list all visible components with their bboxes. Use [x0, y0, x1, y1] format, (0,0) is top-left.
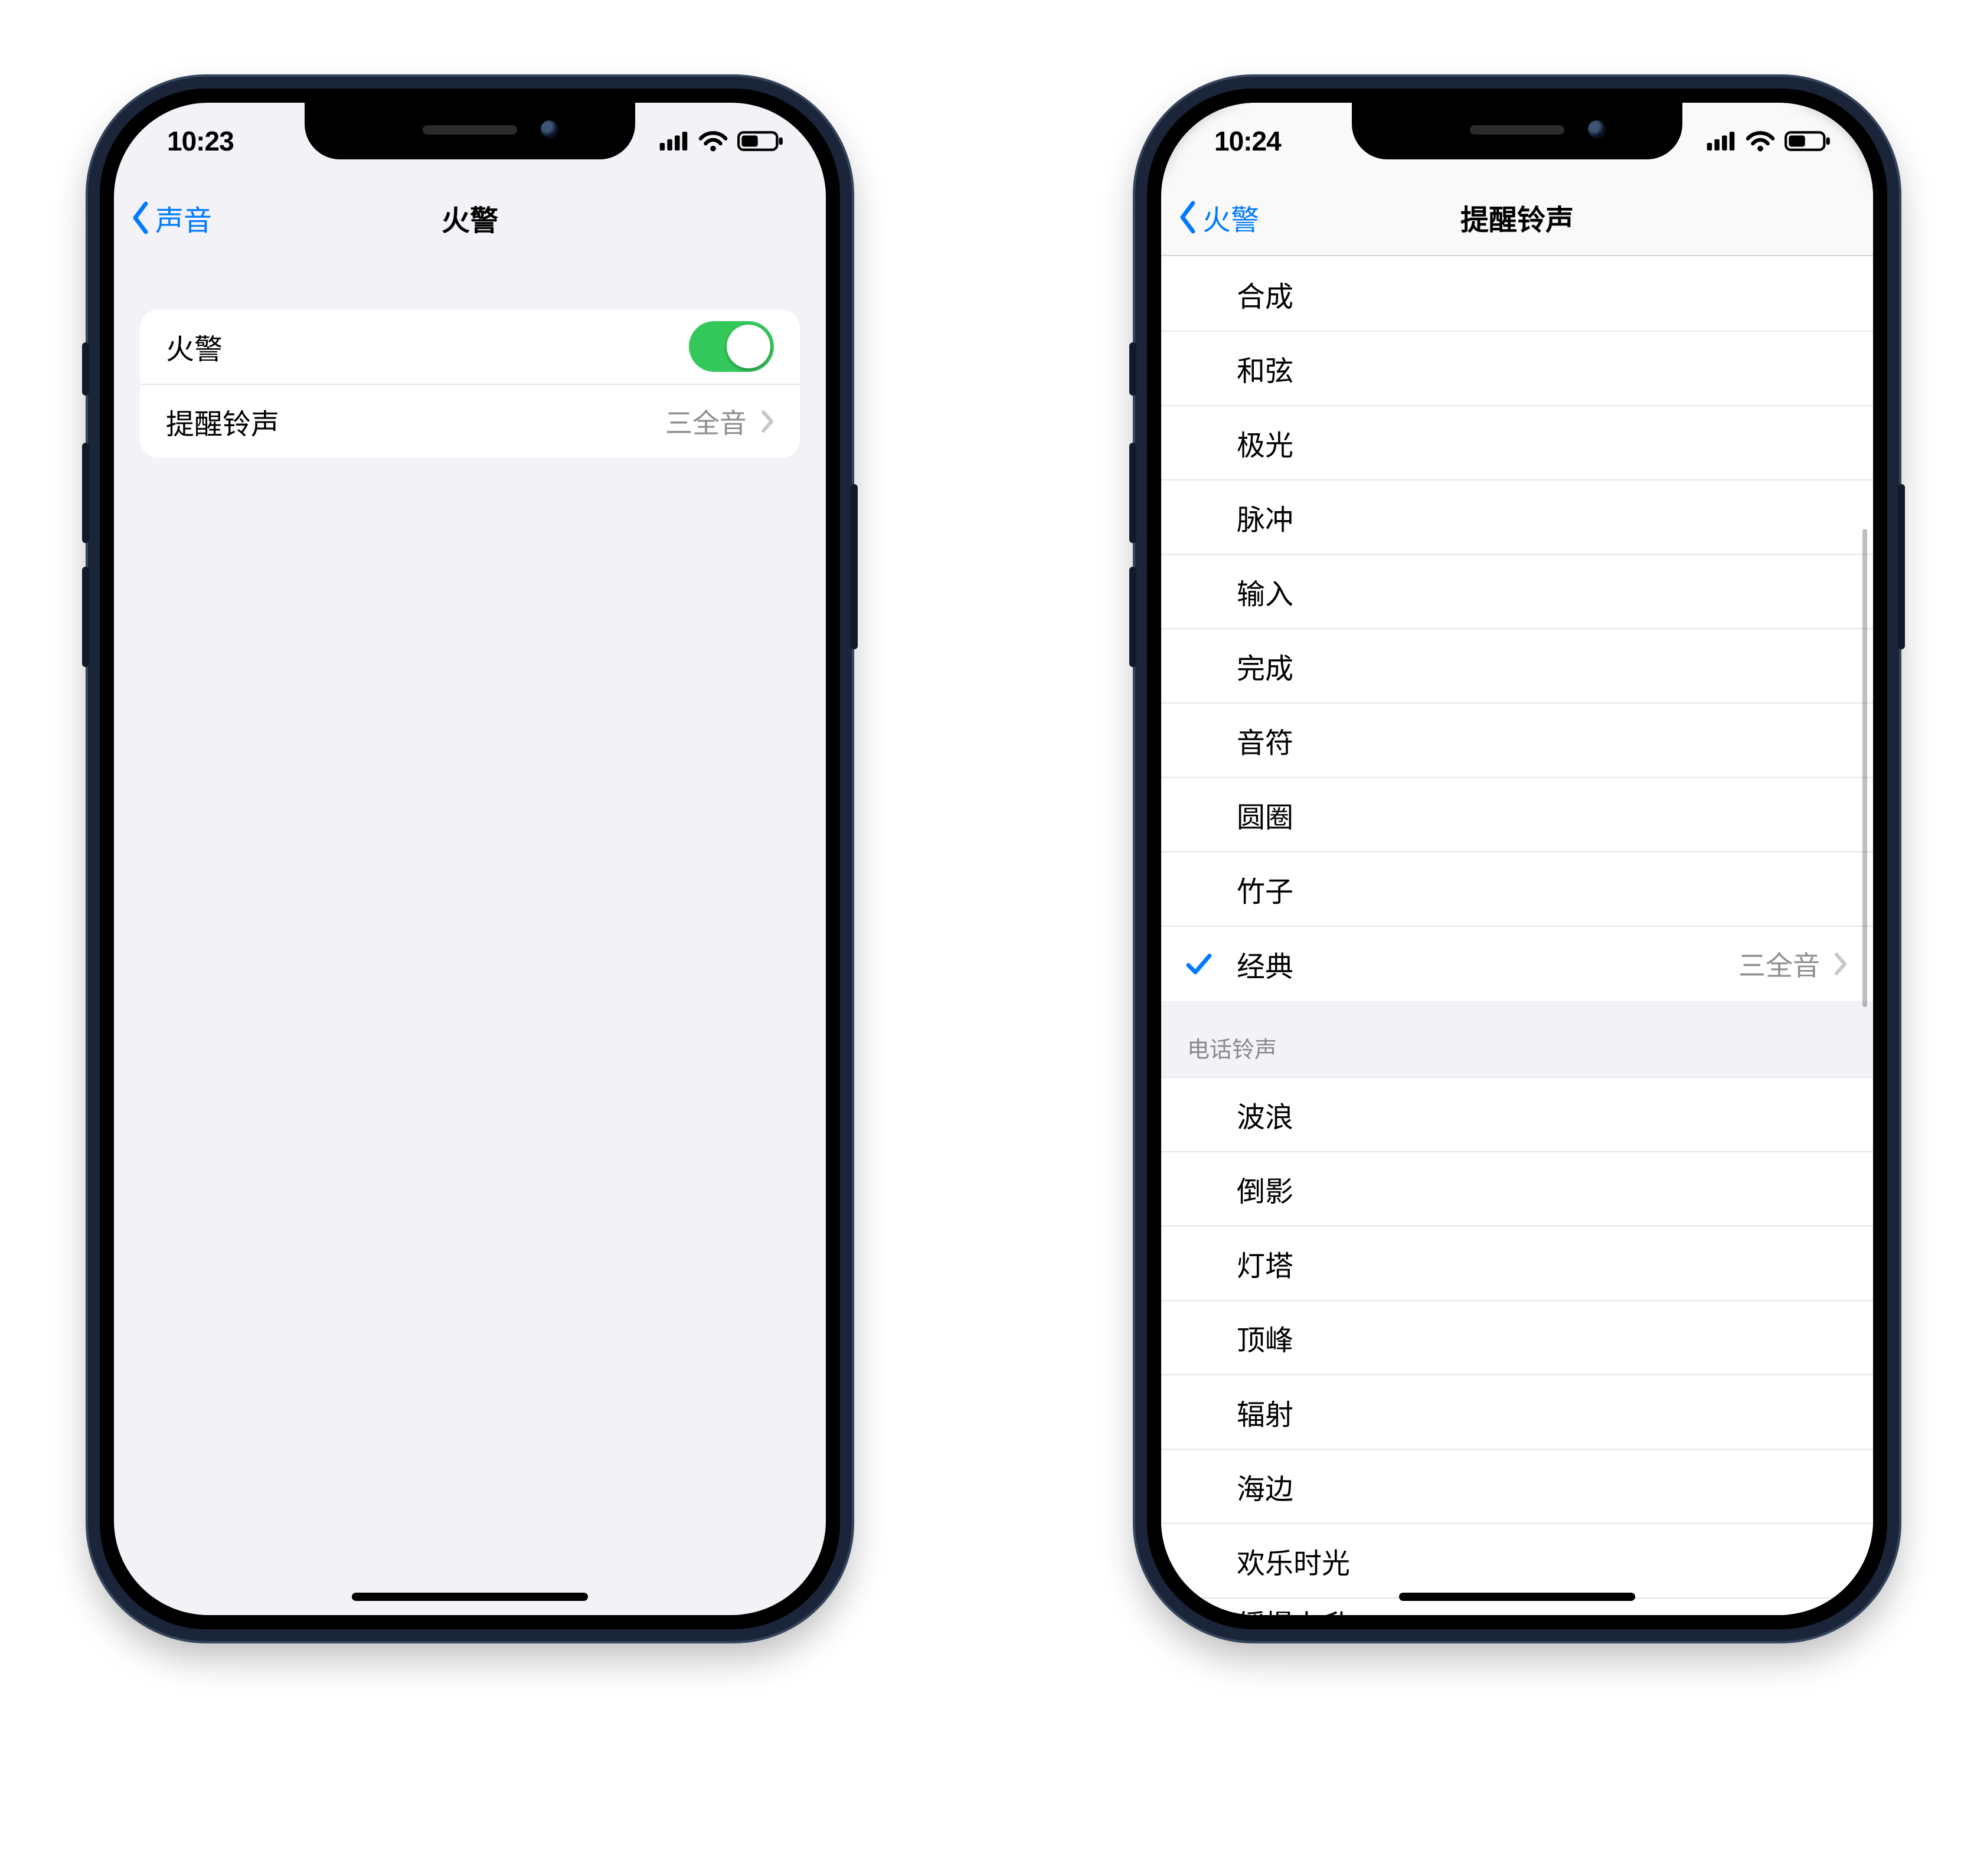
tone-label: 合成 [1237, 273, 1847, 315]
volume-up-button [82, 443, 89, 543]
device-left: 10:23 声音 火警 火警 提醒铃声 [88, 77, 852, 1641]
tone-label: 极光 [1237, 422, 1847, 463]
tone-row[interactable]: 脉冲 [1161, 481, 1873, 555]
checkmark-icon [1186, 951, 1212, 977]
tone-row[interactable]: 缓慢上升 [1161, 1599, 1873, 1615]
tone-row[interactable]: 圆圈 [1161, 778, 1873, 852]
device-right: 10:24 火警 提醒铃声 合成和弦极光脉冲输入完成音符圆圈竹子经典三全音电话铃… [1135, 77, 1899, 1641]
nav-title: 火警 [442, 197, 498, 238]
settings-group: 火警 提醒铃声 三全音 [140, 309, 800, 458]
cell-label: 提醒铃声 [166, 401, 279, 442]
cell-value: 三全音 [665, 402, 747, 441]
volume-up-button [1129, 443, 1136, 543]
wifi-icon [1746, 130, 1775, 152]
tone-value: 三全音 [1738, 944, 1820, 983]
tone-label: 辐射 [1237, 1391, 1847, 1433]
tone-row[interactable]: 海边 [1161, 1450, 1873, 1524]
volume-down-button [1129, 567, 1136, 667]
content[interactable]: 合成和弦极光脉冲输入完成音符圆圈竹子经典三全音电话铃声波浪倒影灯塔顶峰辐射海边欢… [1161, 257, 1873, 1615]
checkmark-slot [1161, 951, 1237, 977]
tone-label: 输入 [1237, 571, 1847, 612]
tone-row[interactable]: 极光 [1161, 406, 1873, 481]
notch [1352, 103, 1682, 159]
tone-row[interactable]: 倒影 [1161, 1152, 1873, 1227]
tone-row[interactable]: 灯塔 [1161, 1227, 1873, 1301]
battery-icon [737, 129, 785, 153]
fire-alarm-switch[interactable] [689, 321, 774, 372]
chevron-left-icon [130, 201, 151, 234]
back-button[interactable]: 声音 [130, 179, 212, 256]
tone-label: 灯塔 [1237, 1243, 1847, 1284]
content: 火警 提醒铃声 三全音 [114, 256, 826, 1615]
tone-list[interactable]: 合成和弦极光脉冲输入完成音符圆圈竹子经典三全音电话铃声波浪倒影灯塔顶峰辐射海边欢… [1161, 257, 1873, 1615]
tone-row[interactable]: 顶峰 [1161, 1301, 1873, 1375]
status-icons [659, 129, 785, 153]
tone-row[interactable]: 完成 [1161, 629, 1873, 704]
tone-label: 圆圈 [1237, 794, 1847, 835]
tone-row[interactable]: 和弦 [1161, 332, 1873, 406]
power-button [1898, 484, 1905, 649]
nav-title: 提醒铃声 [1460, 197, 1574, 238]
cellular-icon [659, 130, 689, 152]
battery-icon [1785, 129, 1832, 153]
chevron-left-icon [1178, 201, 1198, 234]
tone-row[interactable]: 欢乐时光 [1161, 1524, 1873, 1599]
silence-switch [1129, 342, 1136, 396]
tone-row[interactable]: 经典三全音 [1161, 927, 1873, 1001]
notch [305, 103, 635, 159]
home-indicator[interactable] [1399, 1593, 1635, 1601]
fire-alarm-toggle-row[interactable]: 火警 [140, 309, 800, 384]
status-icons [1707, 129, 1832, 153]
status-time: 10:23 [167, 125, 234, 157]
wifi-icon [698, 130, 728, 152]
back-label: 声音 [155, 197, 212, 238]
screen-left: 10:23 声音 火警 火警 提醒铃声 [114, 103, 826, 1615]
tone-label: 脉冲 [1237, 496, 1847, 538]
cell-label: 火警 [166, 326, 223, 367]
back-label: 火警 [1202, 197, 1259, 238]
tone-label: 完成 [1237, 645, 1847, 687]
tone-row[interactable]: 竹子 [1161, 852, 1873, 927]
chevron-right-icon [761, 410, 774, 433]
tone-row[interactable]: 辐射 [1161, 1375, 1873, 1450]
tone-row[interactable]: 合成 [1161, 257, 1873, 332]
tone-label: 缓慢上升 [1237, 1602, 1847, 1615]
back-button[interactable]: 火警 [1178, 179, 1259, 255]
tone-label: 和弦 [1237, 348, 1847, 389]
navbar: 火警 提醒铃声 [1161, 179, 1873, 256]
tone-label: 波浪 [1237, 1094, 1847, 1135]
scroll-indicator[interactable] [1862, 529, 1867, 1007]
tone-row[interactable]: 波浪 [1161, 1078, 1873, 1152]
tone-label: 音符 [1237, 720, 1847, 761]
alert-tone-row[interactable]: 提醒铃声 三全音 [140, 384, 800, 458]
tone-label: 经典 [1237, 943, 1738, 985]
chevron-right-icon [1834, 952, 1847, 976]
volume-down-button [82, 567, 89, 667]
silence-switch [82, 342, 89, 396]
screen-right: 10:24 火警 提醒铃声 合成和弦极光脉冲输入完成音符圆圈竹子经典三全音电话铃… [1161, 103, 1873, 1615]
tone-label: 海边 [1237, 1466, 1847, 1507]
status-time: 10:24 [1214, 125, 1281, 157]
power-button [851, 484, 858, 649]
navbar: 声音 火警 [114, 179, 826, 256]
home-indicator[interactable] [352, 1593, 588, 1601]
tone-label: 顶峰 [1237, 1317, 1847, 1358]
tone-label: 欢乐时光 [1237, 1540, 1847, 1581]
tone-label: 倒影 [1237, 1168, 1847, 1210]
section-header-ringtones: 电话铃声 [1161, 1001, 1873, 1078]
tone-label: 竹子 [1237, 868, 1847, 910]
tone-row[interactable]: 输入 [1161, 555, 1873, 629]
cellular-icon [1707, 130, 1736, 152]
tone-row[interactable]: 音符 [1161, 704, 1873, 778]
